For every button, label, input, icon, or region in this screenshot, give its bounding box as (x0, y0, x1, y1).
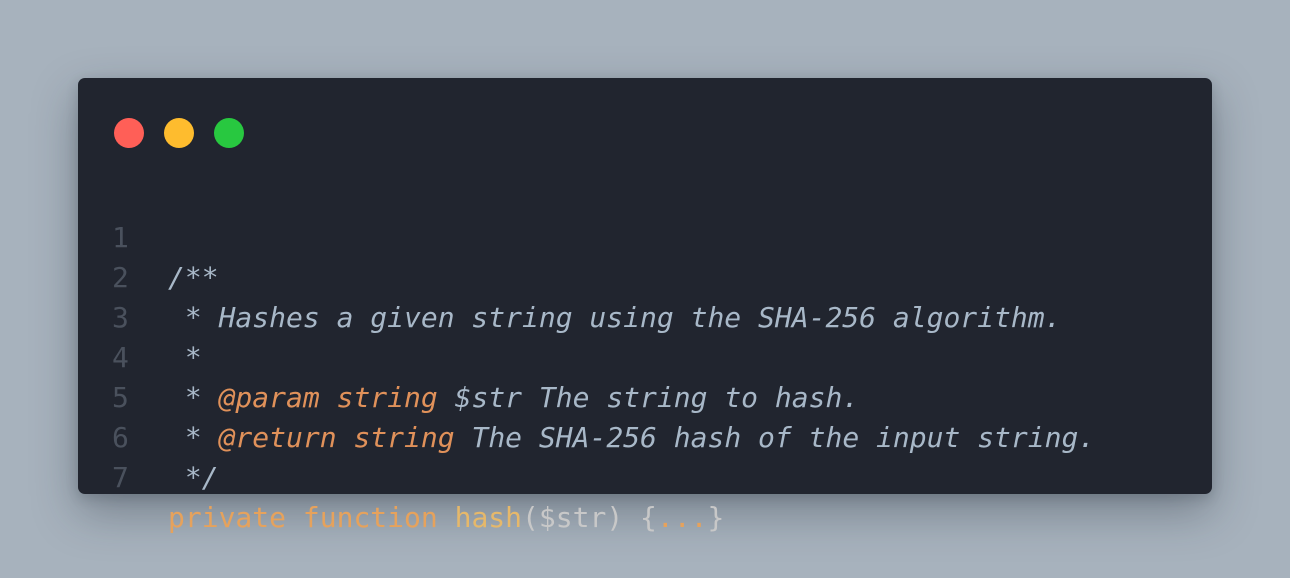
code-line-7: 7 private function hash($str) {...} (78, 418, 724, 534)
doc-comment-description: * Hashes a given string using the SHA-25… (168, 301, 1062, 334)
maximize-button[interactable] (214, 118, 244, 148)
code-line-3: 3 * (78, 258, 202, 374)
param-description: $str The string to hash. (437, 381, 860, 414)
function-keyword: function (302, 501, 438, 534)
return-tag: @return (218, 421, 337, 454)
function-declaration: private function hash($str) {...} (168, 498, 724, 538)
code-line-2: 2 * Hashes a given string using the SHA-… (78, 218, 1061, 334)
brace-close: } (707, 501, 725, 534)
close-button[interactable] (114, 118, 144, 148)
return-description: The SHA-256 hash of the input string. (454, 421, 1096, 454)
doc-comment-param: * @param string $str The string to hash. (168, 378, 859, 418)
param-tag: @param (218, 381, 320, 414)
code-window: 1 /** 2 * Hashes a given string using th… (78, 78, 1212, 534)
folded-body[interactable]: ... (657, 501, 708, 534)
code-line-1: 1 /** (78, 178, 219, 294)
brace-open: { (640, 501, 657, 534)
return-type: string (353, 421, 455, 454)
code-line-4: 4 * @param string $str The string to has… (78, 298, 859, 414)
minimize-button[interactable] (164, 118, 194, 148)
param-type: string (336, 381, 438, 414)
doc-comment-return: * @return string The SHA-256 hash of the… (168, 418, 1095, 458)
function-name: hash (454, 501, 523, 534)
modifier-keyword: private (168, 501, 287, 534)
function-params: ($str) (522, 501, 641, 534)
line-number: 7 (112, 461, 129, 494)
code-line-5: 5 * @return string The SHA-256 hash of t… (78, 338, 1095, 454)
code-line-6: 6 */ (78, 378, 219, 494)
